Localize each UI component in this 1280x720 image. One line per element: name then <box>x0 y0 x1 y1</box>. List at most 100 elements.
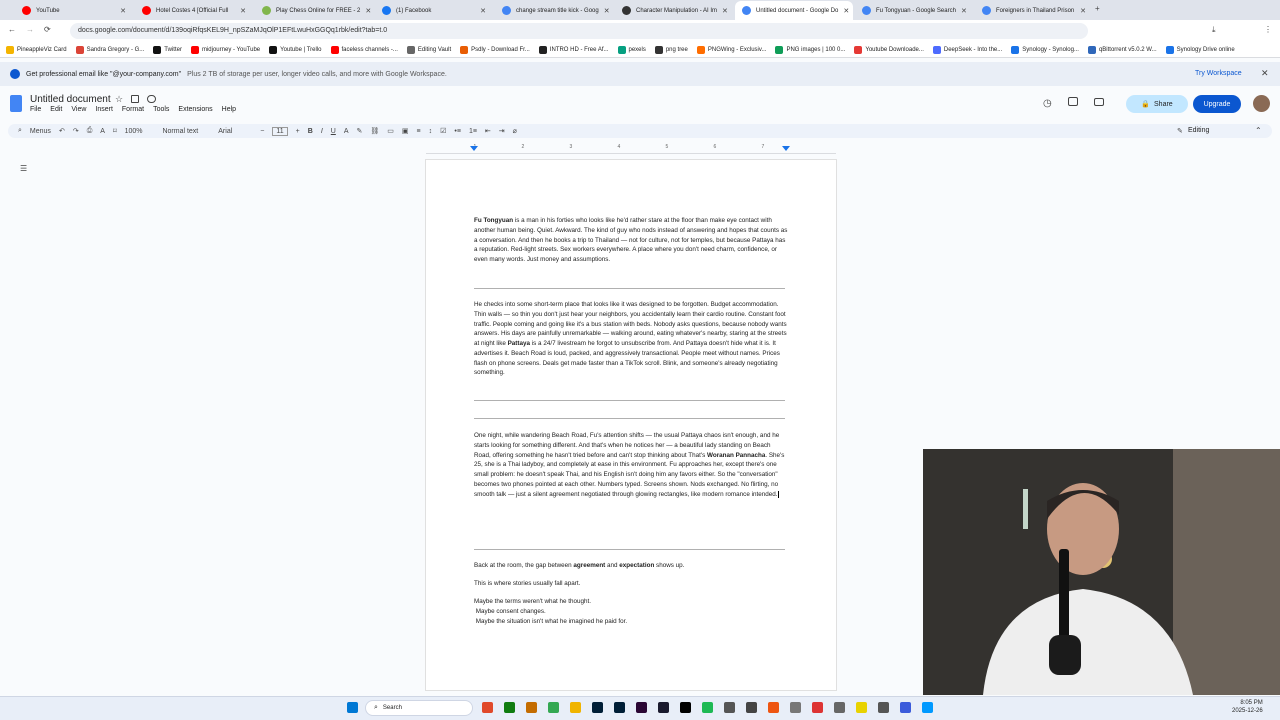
meet-icon[interactable] <box>1094 98 1104 106</box>
link-icon[interactable]: ⛓ <box>370 127 379 135</box>
bookmark-item[interactable]: faceless channels -... <box>330 45 398 54</box>
app-icon[interactable] <box>922 702 933 713</box>
app-icon[interactable] <box>724 702 735 713</box>
text-color-icon[interactable]: A <box>344 128 349 135</box>
checklist-icon[interactable]: ☑ <box>440 127 446 135</box>
url-bar[interactable]: docs.google.com/document/d/139oqiRfqsKEL… <box>70 23 1088 39</box>
font-select[interactable]: Arial <box>218 128 232 135</box>
bookmark-item[interactable]: qBittorrent v5.0.2 W... <box>1087 45 1157 54</box>
tab-close-icon[interactable]: ✕ <box>365 7 371 15</box>
bookmark-item[interactable]: PineappleViz Card <box>6 45 67 54</box>
app-icon[interactable] <box>900 702 911 713</box>
clear-format-icon[interactable]: ⌀ <box>513 127 517 135</box>
app-icon[interactable] <box>680 702 691 713</box>
indent-increase-icon[interactable]: ⇥ <box>499 127 505 135</box>
download-icon[interactable]: ⤓ <box>1212 25 1216 35</box>
upgrade-button[interactable]: Upgrade <box>1193 95 1241 113</box>
tab-close-icon[interactable]: ✕ <box>722 7 728 15</box>
decrease-size-icon[interactable]: − <box>260 128 264 135</box>
menu-tools[interactable]: Tools <box>153 106 169 113</box>
tab-close-icon[interactable]: ✕ <box>961 7 967 15</box>
app-icon[interactable] <box>878 702 889 713</box>
bold-icon[interactable]: B <box>308 128 313 135</box>
browser-tab[interactable]: change stream title kick - Goog ✕ <box>495 1 613 20</box>
zoom-select[interactable]: 100% <box>125 128 143 135</box>
bookmark-item[interactable]: PNGWing - Exclusiv... <box>696 45 766 54</box>
collapse-toolbar-icon[interactable]: ⌃ <box>1255 126 1262 135</box>
browser-tab[interactable]: Hotel Costes 4 [Official Full ✕ <box>135 1 253 20</box>
print-icon[interactable]: ⎙ <box>87 127 93 135</box>
premiere-icon[interactable] <box>636 702 647 713</box>
browser-tab[interactable]: (1) Facebook ✕ <box>375 1 493 20</box>
taskbar-search[interactable]: ⌕ Search <box>365 700 473 716</box>
app-icon[interactable] <box>856 702 867 713</box>
bookmark-item[interactable]: Synology - Synolog... <box>1011 45 1079 54</box>
highlight-icon[interactable]: ✎ <box>357 127 363 135</box>
app-icon[interactable] <box>702 702 713 713</box>
browser-menu-icon[interactable]: ⋮ <box>1264 25 1272 34</box>
bookmark-item[interactable]: Synology Drive online <box>1165 45 1235 54</box>
bookmark-item[interactable]: INTRO HD - Free Af... <box>538 45 609 54</box>
underline-icon[interactable]: U <box>331 128 336 135</box>
tab-close-icon[interactable]: ✕ <box>120 7 126 15</box>
file-explorer-icon[interactable] <box>570 702 581 713</box>
browser-tab[interactable]: Untitled document - Google Do ✕ <box>735 1 853 20</box>
ruler[interactable]: 1234567 <box>426 142 836 154</box>
bookmark-item[interactable]: Youtube | Trello <box>269 45 322 54</box>
menu-edit[interactable]: Edit <box>50 106 62 113</box>
image-icon[interactable]: ▣ <box>402 127 409 135</box>
menu-extensions[interactable]: Extensions <box>178 106 212 113</box>
back-icon[interactable]: ← <box>8 25 16 34</box>
system-clock[interactable]: 8:05 PM 2025-12-26 <box>1232 699 1263 715</box>
app-icon[interactable] <box>526 702 537 713</box>
forward-icon[interactable]: → <box>26 25 34 34</box>
font-size-input[interactable]: 11 <box>272 126 288 136</box>
bookmark-item[interactable]: Youtube Downloade... <box>854 45 924 54</box>
app-icon[interactable] <box>812 702 823 713</box>
numbered-list-icon[interactable]: 1≡ <box>469 128 477 135</box>
document-title[interactable]: Untitled document <box>30 94 111 105</box>
menus-search-label[interactable]: Menus <box>30 128 51 135</box>
menu-help[interactable]: Help <box>222 106 236 113</box>
browser-tab[interactable]: Play Chess Online for FREE - 2 ✕ <box>255 1 373 20</box>
bookmark-item[interactable]: Twitter <box>153 45 182 54</box>
menu-format[interactable]: Format <box>122 106 144 113</box>
history-icon[interactable]: ◷ <box>1043 98 1052 109</box>
tab-close-icon[interactable]: ✕ <box>240 7 246 15</box>
document-outline-icon[interactable]: ☰ <box>20 164 27 173</box>
tab-close-icon[interactable]: ✕ <box>843 7 849 15</box>
photoshop-icon[interactable] <box>614 702 625 713</box>
app-icon[interactable] <box>746 702 757 713</box>
tab-close-icon[interactable]: ✕ <box>604 7 610 15</box>
app-icon[interactable] <box>658 702 669 713</box>
align-icon[interactable]: ≡ <box>417 128 421 135</box>
bookmark-item[interactable]: midjourney - YouTube <box>190 45 260 54</box>
italic-icon[interactable]: I <box>321 128 323 135</box>
bookmark-item[interactable]: PNG images | 100 0... <box>775 45 845 54</box>
docs-logo-icon[interactable] <box>10 95 22 112</box>
comments-icon[interactable] <box>1068 97 1078 106</box>
move-folder-icon[interactable] <box>131 95 139 103</box>
search-icon[interactable]: ⌕ <box>18 127 22 135</box>
try-workspace-link[interactable]: Try Workspace <box>1195 70 1242 77</box>
star-icon[interactable]: ☆ <box>115 94 123 105</box>
app-icon[interactable] <box>504 702 515 713</box>
app-icon[interactable] <box>482 702 493 713</box>
editing-mode-select[interactable]: Editing <box>1188 127 1209 134</box>
line-spacing-icon[interactable]: ↕ <box>429 128 433 135</box>
comment-icon[interactable]: ▭ <box>387 127 394 135</box>
paint-format-icon[interactable]: ⌑ <box>113 127 117 135</box>
close-promo-icon[interactable]: ✕ <box>1261 68 1269 79</box>
undo-icon[interactable]: ↶ <box>59 127 65 135</box>
bookmark-item[interactable]: pexels <box>617 45 646 54</box>
bookmark-item[interactable]: DeepSeek - Into the... <box>932 45 1002 54</box>
redo-icon[interactable]: ↷ <box>73 127 79 135</box>
indent-decrease-icon[interactable]: ⇤ <box>485 127 491 135</box>
browser-tab[interactable]: Fu Tongyuan - Google Search ✕ <box>855 1 973 20</box>
increase-size-icon[interactable]: + <box>296 128 300 135</box>
bookmark-item[interactable]: png tree <box>654 45 688 54</box>
reload-icon[interactable]: ⟳ <box>44 25 51 34</box>
windows-start-icon[interactable] <box>347 702 358 713</box>
new-tab-icon[interactable]: + <box>1095 4 1100 13</box>
user-avatar[interactable] <box>1253 95 1270 112</box>
